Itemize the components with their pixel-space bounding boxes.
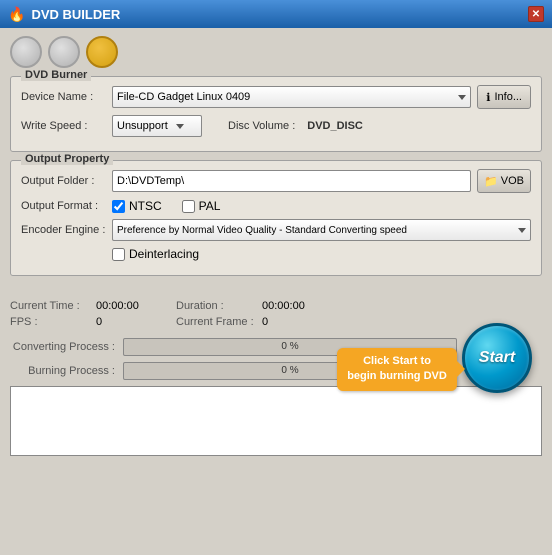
pal-option: PAL (182, 199, 221, 213)
current-frame-pair: Current Frame : 0 (176, 316, 322, 328)
deinterlacing-label: Deinterlacing (129, 247, 199, 261)
duration-value: 00:00:00 (262, 300, 322, 312)
duration-pair: Duration : 00:00:00 (176, 300, 322, 312)
current-time-value: 00:00:00 (96, 300, 156, 312)
ntsc-label: NTSC (129, 199, 162, 213)
stats-row-2: FPS : 0 Current Frame : 0 (10, 316, 542, 328)
device-dropdown-arrow (458, 95, 466, 100)
app-title: DVD BUILDER (31, 7, 120, 22)
deinterlacing-row: Deinterlacing (21, 247, 531, 261)
minimize-button[interactable] (10, 36, 42, 68)
format-options: NTSC PAL (112, 199, 220, 213)
info-icon: ℹ (486, 91, 490, 104)
current-frame-label: Current Frame : (176, 316, 256, 328)
write-speed-arrow (176, 124, 184, 129)
write-speed-row: Write Speed : Unsupport Disc Volume : DV… (21, 115, 531, 137)
write-speed-label: Write Speed : (21, 120, 106, 132)
device-name-label: Device Name : (21, 91, 106, 103)
info-button-label: Info... (494, 91, 522, 103)
maximize-button[interactable] (48, 36, 80, 68)
start-button[interactable]: Start (462, 323, 532, 393)
output-folder-row: Output Folder : 📁 VOB (21, 169, 531, 193)
tooltip-bubble: Click Start to begin burning DVD (337, 348, 457, 391)
stats-section: Current Time : 00:00:00 Duration : 00:00… (0, 294, 552, 338)
app-close-button[interactable] (86, 36, 118, 68)
write-speed-dropdown[interactable]: Unsupport (112, 115, 202, 137)
encoder-engine-dropdown[interactable]: Preference by Normal Video Quality - Sta… (112, 219, 531, 241)
burning-process-label: Burning Process : (10, 365, 115, 377)
fps-value: 0 (96, 316, 156, 328)
output-format-label: Output Format : (21, 200, 106, 212)
vob-button-label: VOB (501, 175, 524, 187)
deinterlacing-option: Deinterlacing (112, 247, 199, 261)
dvd-burner-title: DVD Burner (21, 69, 91, 81)
vob-button[interactable]: 📁 VOB (477, 169, 531, 193)
current-frame-value: 0 (262, 316, 322, 328)
converting-process-label: Converting Process : (10, 341, 115, 353)
close-window-button[interactable]: ✕ (528, 6, 544, 22)
disc-volume-label: Disc Volume : (228, 120, 295, 132)
fps-label: FPS : (10, 316, 90, 328)
output-folder-input[interactable] (112, 170, 471, 192)
write-speed-value: Unsupport (117, 120, 168, 132)
encoder-engine-value: Preference by Normal Video Quality - Sta… (117, 225, 407, 236)
duration-label: Duration : (176, 300, 256, 312)
current-time-pair: Current Time : 00:00:00 (10, 300, 156, 312)
encoder-engine-label: Encoder Engine : (21, 224, 106, 236)
output-format-row: Output Format : NTSC PAL (21, 199, 531, 213)
pal-checkbox[interactable] (182, 200, 195, 213)
folder-icon: 📁 (484, 175, 498, 188)
ntsc-option: NTSC (112, 199, 162, 213)
pal-label: PAL (199, 199, 221, 213)
title-bar: 🔥 DVD BUILDER ✕ (0, 0, 552, 28)
main-content: DVD Burner Device Name : File-CD Gadget … (0, 76, 552, 294)
dvd-burner-group: DVD Burner Device Name : File-CD Gadget … (10, 76, 542, 152)
flame-icon: 🔥 (8, 6, 25, 23)
disc-volume-value: DVD_DISC (307, 120, 363, 132)
encoder-dropdown-arrow (518, 228, 526, 233)
log-area[interactable] (10, 386, 542, 456)
output-property-group: Output Property Output Folder : 📁 VOB Ou… (10, 160, 542, 276)
output-folder-label: Output Folder : (21, 175, 106, 187)
deinterlacing-checkbox[interactable] (112, 248, 125, 261)
output-property-title: Output Property (21, 153, 113, 165)
stats-row-1: Current Time : 00:00:00 Duration : 00:00… (10, 300, 542, 312)
tooltip-text: Click Start to begin burning DVD (347, 355, 447, 382)
encoder-engine-row: Encoder Engine : Preference by Normal Vi… (21, 219, 531, 241)
device-name-dropdown[interactable]: File-CD Gadget Linux 0409 (112, 86, 471, 108)
info-button[interactable]: ℹ Info... (477, 85, 531, 109)
fps-pair: FPS : 0 (10, 316, 156, 328)
current-time-label: Current Time : (10, 300, 90, 312)
title-bar-left: 🔥 DVD BUILDER (8, 6, 120, 23)
progress-start-area: Converting Process : 0 % Burning Process… (10, 338, 542, 380)
start-button-label: Start (479, 349, 515, 367)
ntsc-checkbox[interactable] (112, 200, 125, 213)
device-name-row: Device Name : File-CD Gadget Linux 0409 … (21, 85, 531, 109)
device-name-value: File-CD Gadget Linux 0409 (117, 91, 250, 103)
